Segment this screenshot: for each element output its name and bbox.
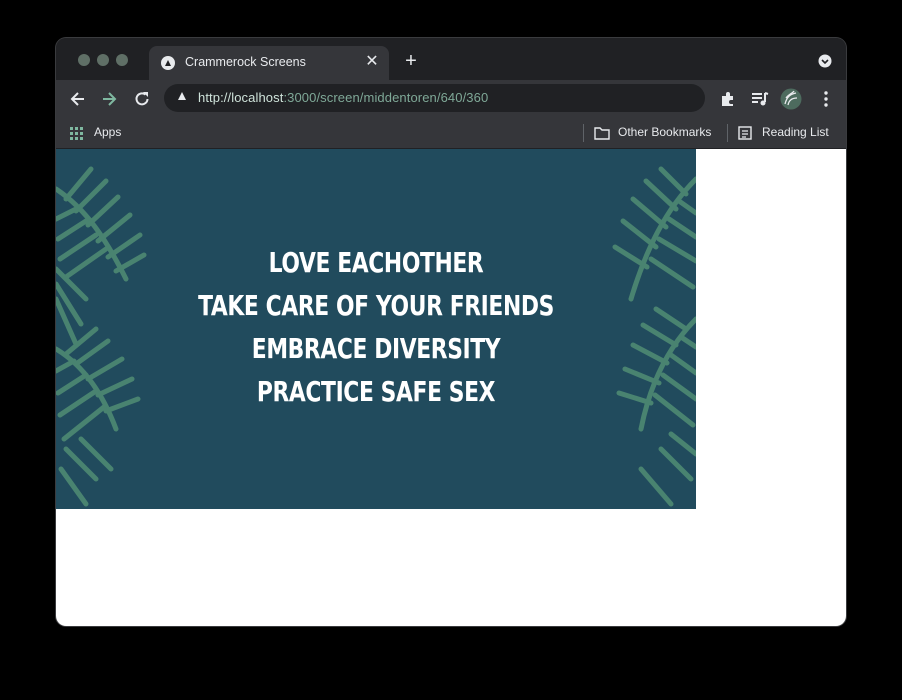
maximize-window-button[interactable] <box>116 54 128 66</box>
other-bookmarks-folder[interactable]: Other Bookmarks <box>618 125 711 139</box>
apps-bookmark[interactable]: Apps <box>94 125 121 139</box>
apps-grid-icon <box>70 127 83 140</box>
tab-search-icon[interactable] <box>818 54 832 68</box>
slogan-list: LOVE EACHOTHER TAKE CARE OF YOUR FRIENDS… <box>126 241 625 413</box>
bookmarks-divider <box>583 124 584 142</box>
minimize-window-button[interactable] <box>97 54 109 66</box>
browser-window: Crammerock Screens ✕ + http://localhost:… <box>56 38 846 626</box>
new-tab-button[interactable]: + <box>401 51 421 71</box>
reading-list-button[interactable]: Reading List <box>762 125 829 139</box>
address-bar[interactable]: http://localhost:3000/screen/middentoren… <box>164 84 705 112</box>
bookmarks-divider <box>727 124 728 142</box>
tab-strip: Crammerock Screens ✕ + <box>56 38 846 80</box>
folder-icon <box>594 127 610 140</box>
back-arrow-icon[interactable] <box>68 89 88 109</box>
more-menu-icon[interactable] <box>816 89 836 109</box>
forward-arrow-icon[interactable] <box>99 89 119 109</box>
slogan-line: TAKE CARE OF YOUR FRIENDS <box>198 289 554 322</box>
crammerock-screen: LOVE EACHOTHER TAKE CARE OF YOUR FRIENDS… <box>56 149 696 509</box>
reload-icon[interactable] <box>132 89 152 109</box>
tab-favicon-icon <box>161 56 175 70</box>
site-info-icon[interactable] <box>178 92 186 100</box>
page-content: LOVE EACHOTHER TAKE CARE OF YOUR FRIENDS… <box>56 149 846 626</box>
slogan-line: PRACTICE SAFE SEX <box>256 375 496 408</box>
slogan-line: LOVE EACHOTHER <box>268 246 484 279</box>
tab-title: Crammerock Screens <box>185 55 306 69</box>
tab-crammerock-screens[interactable]: Crammerock Screens ✕ <box>149 46 389 80</box>
toolbar: http://localhost:3000/screen/middentoren… <box>56 80 846 118</box>
extensions-puzzle-icon[interactable] <box>718 89 738 109</box>
media-queue-icon[interactable] <box>750 89 770 109</box>
close-tab-icon[interactable]: ✕ <box>363 53 381 71</box>
reading-list-icon <box>738 126 752 140</box>
slogan-line: EMBRACE DIVERSITY <box>251 332 501 365</box>
close-window-button[interactable] <box>78 54 90 66</box>
profile-avatar-icon[interactable] <box>780 88 802 110</box>
bookmarks-bar: Apps Other Bookmarks Reading List <box>56 118 846 149</box>
url-text: http://localhost:3000/screen/middentoren… <box>198 90 489 105</box>
